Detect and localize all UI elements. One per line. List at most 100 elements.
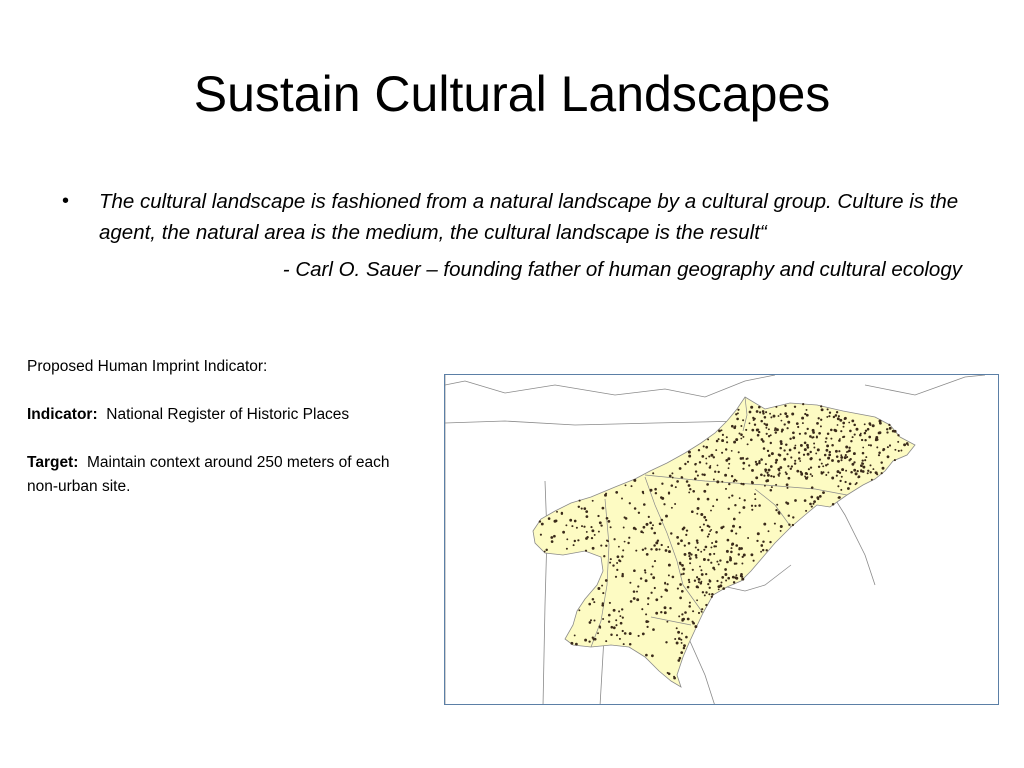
- site-dot: [575, 642, 578, 646]
- site-dot: [834, 449, 838, 453]
- site-dot: [832, 415, 836, 419]
- site-dot: [766, 423, 769, 426]
- site-dot: [837, 459, 840, 463]
- site-dot: [769, 465, 773, 468]
- site-dot: [864, 459, 867, 462]
- site-dot: [710, 595, 713, 598]
- site-dot: [748, 464, 751, 467]
- site-dot: [623, 632, 627, 635]
- site-dot: [577, 539, 580, 542]
- site-dot: [688, 491, 691, 494]
- site-dot: [728, 462, 731, 465]
- site-dot: [738, 497, 741, 500]
- site-dot: [591, 529, 595, 533]
- site-dot: [840, 459, 843, 462]
- site-dot: [866, 472, 869, 475]
- site-dot: [585, 515, 589, 518]
- site-dot: [835, 474, 838, 477]
- site-dot: [623, 516, 626, 519]
- site-dot: [591, 546, 595, 550]
- site-dot: [696, 512, 699, 515]
- site-dot: [820, 471, 823, 473]
- site-dot: [676, 536, 679, 539]
- site-dot: [677, 659, 681, 662]
- site-dot: [584, 549, 588, 552]
- site-dot: [741, 577, 745, 581]
- site-dot: [850, 440, 853, 443]
- site-dot: [816, 448, 820, 452]
- site-dot: [597, 530, 600, 533]
- site-dot: [647, 603, 650, 606]
- site-dot: [842, 436, 845, 439]
- site-dot: [581, 525, 583, 528]
- site-dot: [699, 526, 702, 529]
- site-dot: [784, 471, 787, 474]
- site-dot: [685, 635, 688, 639]
- site-dot: [760, 550, 763, 553]
- site-dot: [742, 482, 745, 486]
- site-dot: [826, 463, 829, 466]
- site-dot: [733, 440, 737, 444]
- site-dot: [615, 491, 619, 494]
- site-dot: [609, 526, 612, 529]
- site-dot: [565, 524, 568, 527]
- site-dot: [703, 515, 707, 519]
- site-dot: [688, 601, 691, 604]
- site-dot: [806, 476, 809, 478]
- site-dot: [831, 502, 835, 506]
- site-dot: [571, 525, 574, 528]
- site-dot: [649, 521, 652, 525]
- site-dot: [853, 461, 856, 464]
- site-dot: [724, 568, 727, 571]
- site-dot: [853, 423, 856, 427]
- site-dot: [885, 428, 889, 431]
- site-dot: [736, 412, 739, 415]
- site-dot: [583, 507, 587, 510]
- site-dot: [729, 558, 732, 562]
- site-dot: [730, 424, 734, 428]
- site-dot: [653, 544, 656, 547]
- site-dot: [811, 436, 814, 439]
- site-dot: [780, 419, 783, 422]
- site-dot: [720, 581, 723, 584]
- site-dot: [819, 425, 822, 428]
- site-dot: [667, 546, 670, 548]
- site-dot: [674, 486, 677, 489]
- site-dot: [707, 583, 710, 586]
- site-dot: [721, 576, 725, 579]
- site-dot: [836, 424, 839, 426]
- site-dot: [760, 473, 763, 477]
- site-dot: [766, 473, 770, 477]
- site-dot: [615, 624, 618, 627]
- bullet-icon: •: [62, 190, 70, 212]
- site-dot: [872, 468, 875, 471]
- site-dot: [694, 625, 698, 629]
- site-dot: [894, 448, 897, 451]
- site-dot: [616, 555, 620, 559]
- site-dot: [603, 555, 606, 558]
- site-dot: [661, 519, 664, 522]
- site-dot: [765, 432, 768, 435]
- site-dot: [755, 462, 759, 466]
- site-dot: [897, 434, 900, 437]
- site-dot: [550, 536, 554, 539]
- site-dot: [830, 437, 833, 440]
- site-dot: [833, 428, 837, 432]
- site-dot: [726, 538, 730, 542]
- site-dot: [844, 480, 847, 484]
- site-dot: [801, 416, 805, 420]
- site-dot: [741, 555, 744, 559]
- site-dot: [598, 625, 602, 628]
- site-dot: [706, 535, 709, 538]
- site-dot: [891, 429, 895, 433]
- site-dot: [776, 503, 779, 506]
- site-dot: [820, 418, 823, 421]
- site-dot: [609, 558, 612, 561]
- site-dot: [697, 586, 700, 589]
- site-dot: [774, 461, 778, 464]
- site-dot: [562, 530, 565, 534]
- site-dot: [886, 431, 889, 434]
- site-dot: [696, 474, 699, 477]
- site-dot: [612, 608, 616, 612]
- quote-block: • The cultural landscape is fashioned fr…: [62, 186, 962, 285]
